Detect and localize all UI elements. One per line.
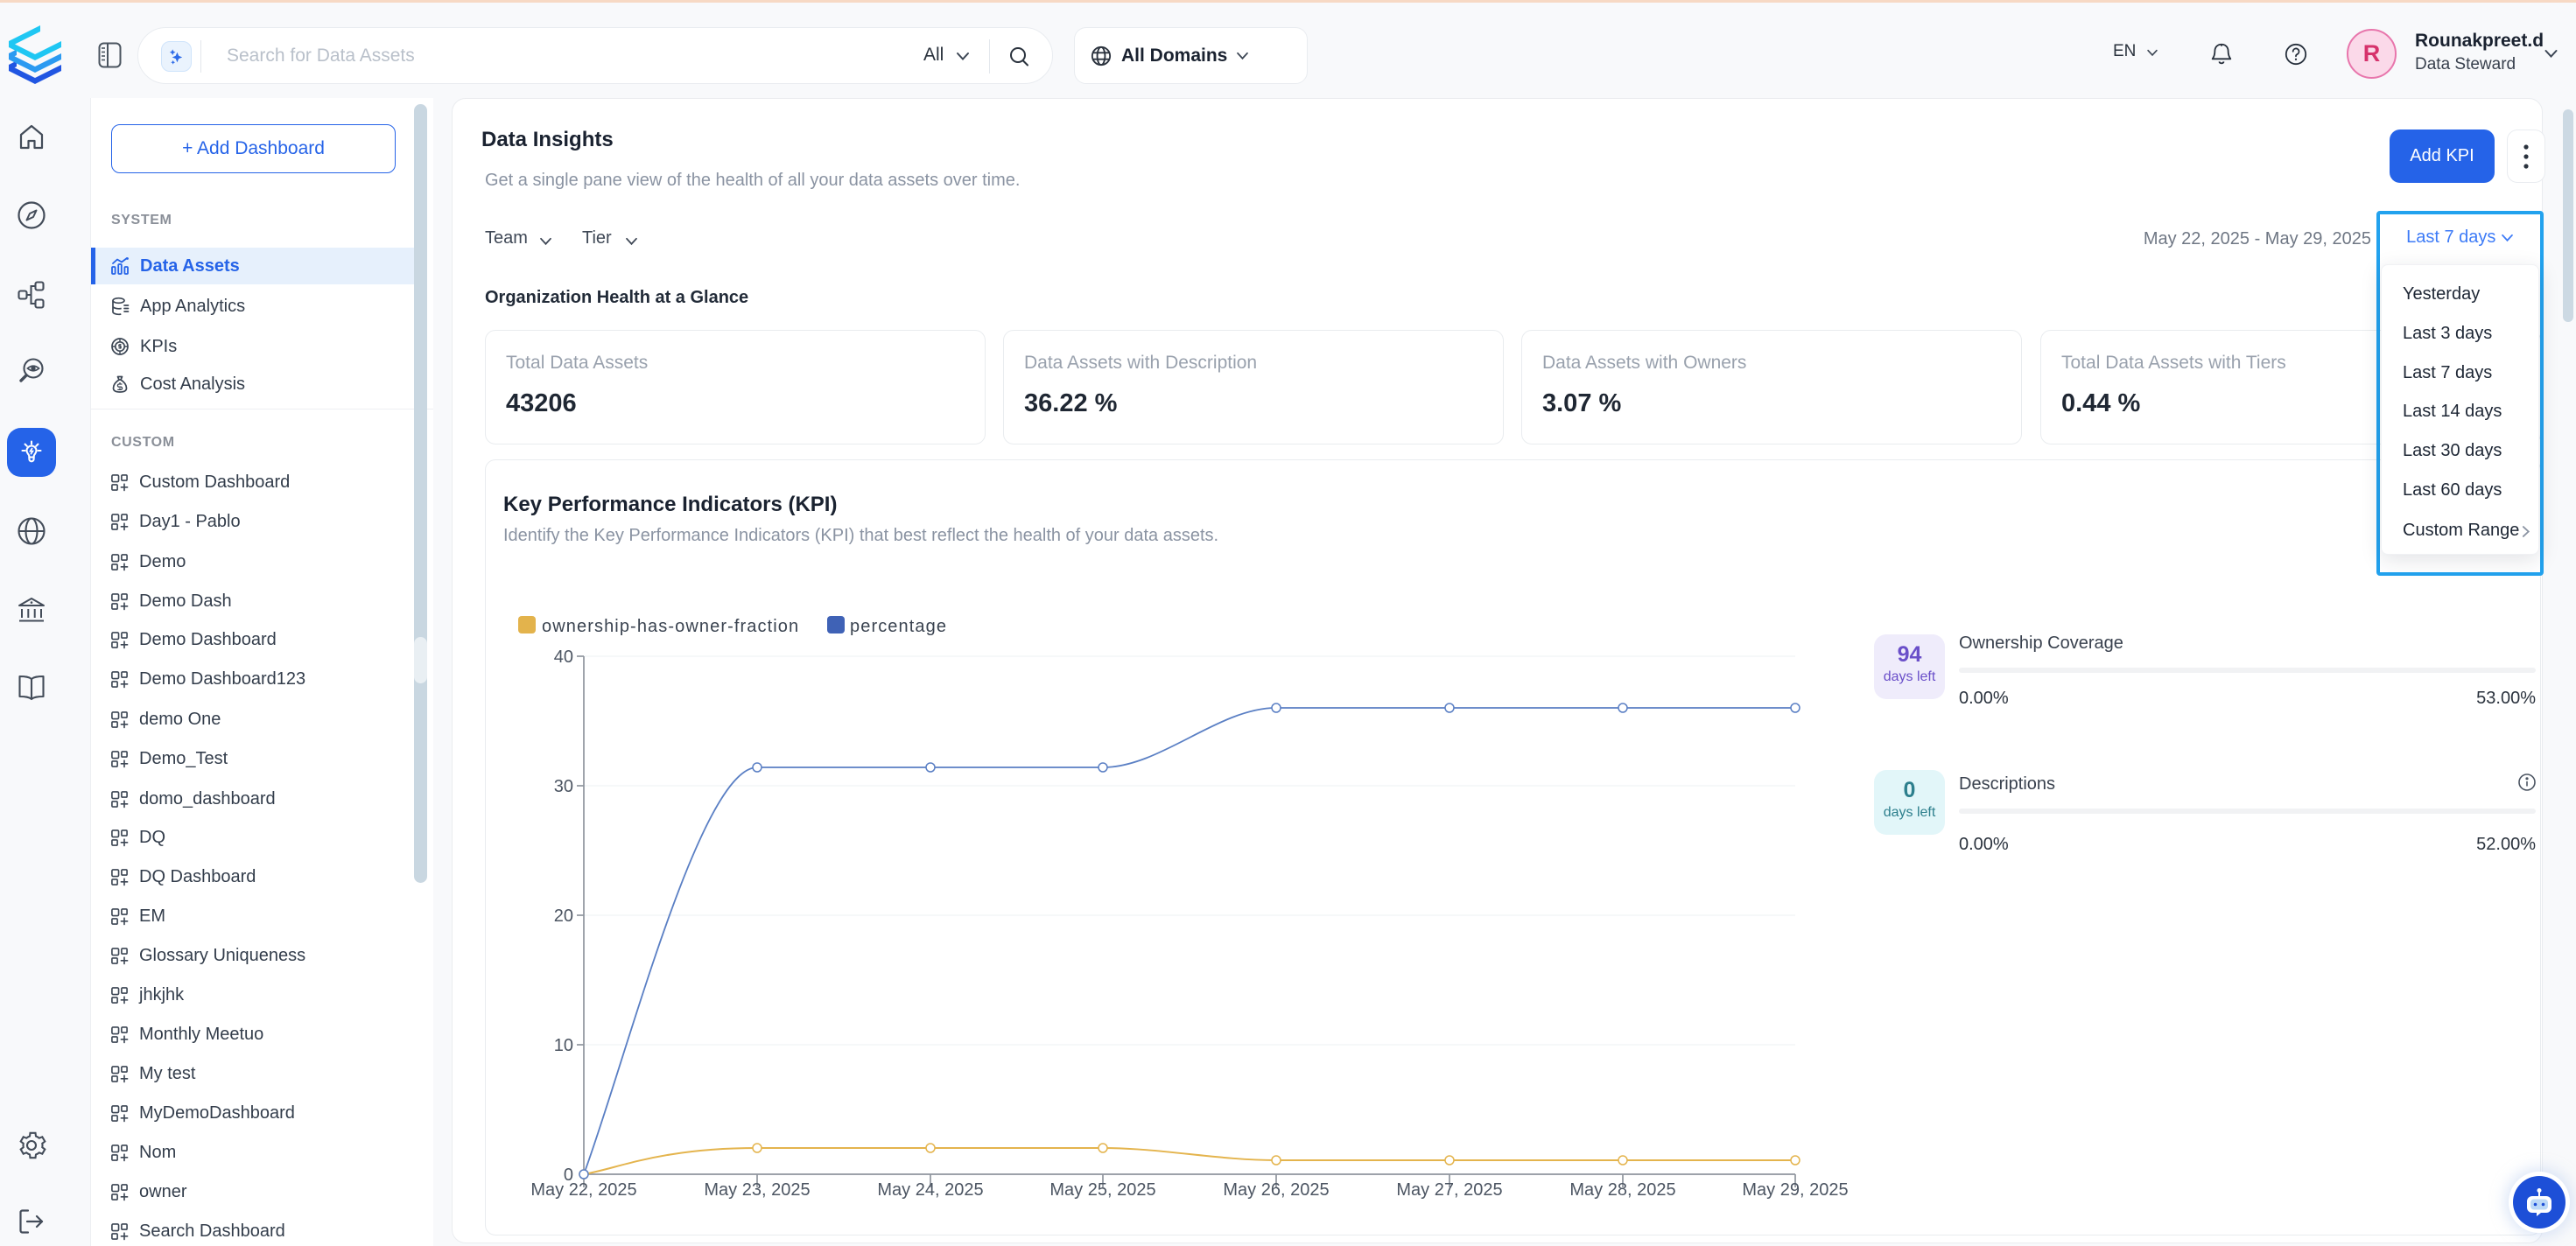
svg-text:20: 20 [554,906,573,926]
svg-text:30: 30 [554,777,573,796]
svg-text:10: 10 [554,1036,573,1055]
svg-text:May 23, 2025: May 23, 2025 [704,1180,810,1200]
svg-text:May 25, 2025: May 25, 2025 [1049,1180,1155,1200]
svg-text:May 24, 2025: May 24, 2025 [877,1180,983,1200]
svg-text:May 29, 2025: May 29, 2025 [1742,1180,1848,1200]
svg-text:May 22, 2025: May 22, 2025 [530,1180,636,1200]
svg-text:May 27, 2025: May 27, 2025 [1396,1180,1502,1200]
svg-text:40: 40 [554,648,573,667]
svg-text:May 28, 2025: May 28, 2025 [1569,1180,1675,1200]
svg-text:May 26, 2025: May 26, 2025 [1223,1180,1329,1200]
